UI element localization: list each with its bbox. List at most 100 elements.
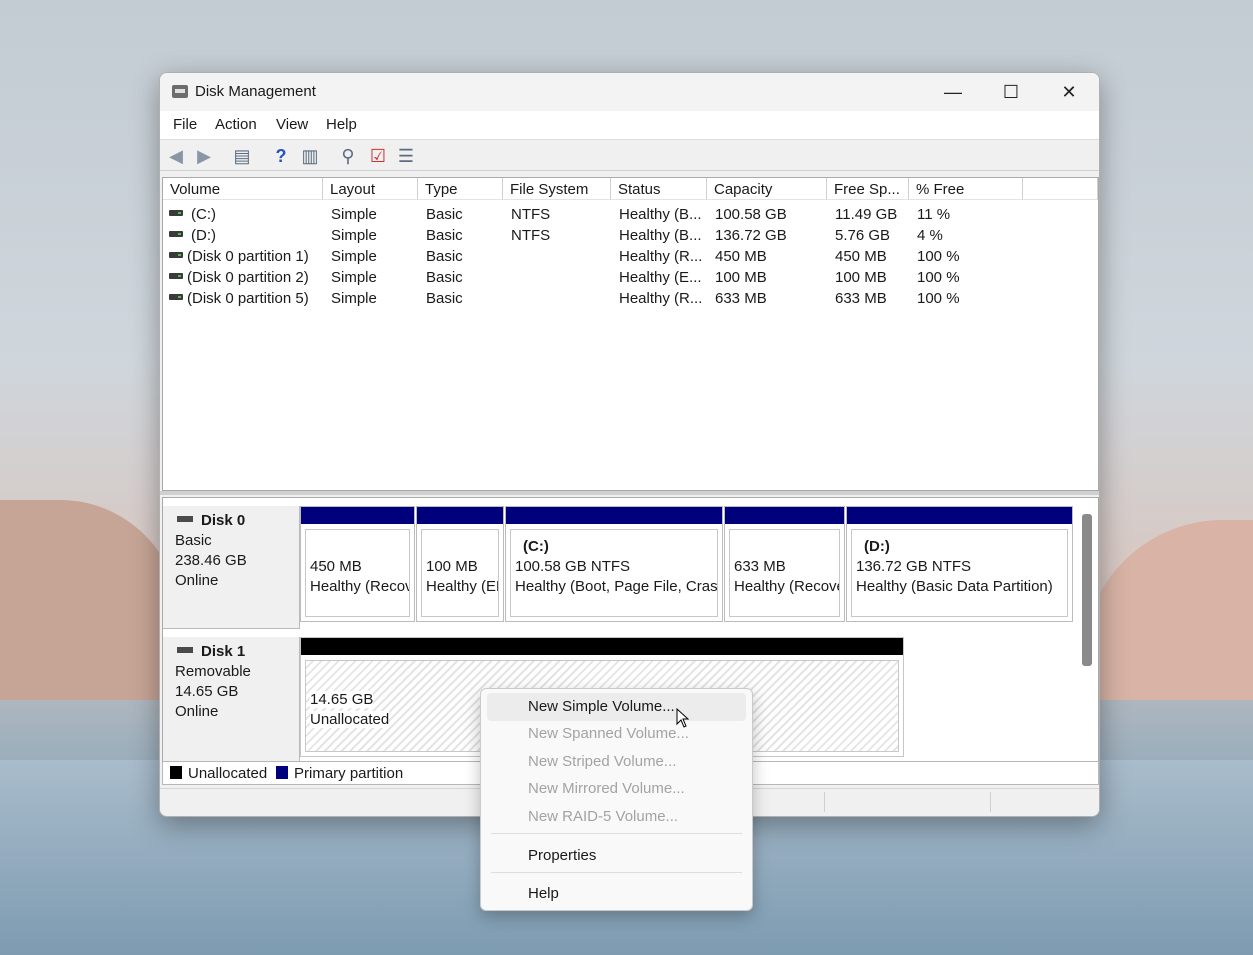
drive-icon xyxy=(169,210,183,216)
partition-block[interactable]: 633 MB Healthy (Recovery Partition) xyxy=(724,506,845,622)
menu-view[interactable]: View xyxy=(276,116,308,133)
context-menu: New Simple Volume... New Spanned Volume.… xyxy=(480,688,753,911)
title-bar[interactable]: Disk Management — ☐ ✕ xyxy=(160,73,1099,111)
column-file-system[interactable]: File System xyxy=(503,178,611,200)
menu-new-simple-volume[interactable]: New Simple Volume... xyxy=(487,693,746,721)
disk-icon xyxy=(177,647,193,653)
menu-separator xyxy=(491,872,742,873)
table-row[interactable]: (Disk 0 partition 2) Simple Basic Health… xyxy=(163,267,1098,288)
status-separator xyxy=(824,792,825,812)
cell-layout: Simple xyxy=(331,248,377,265)
window-title: Disk Management xyxy=(195,83,316,100)
partition-inner: 100 MB Healthy (EFI System Partition) xyxy=(421,529,499,617)
properties-icon[interactable]: ☰ xyxy=(396,147,416,165)
partition-size: 633 MB xyxy=(734,558,786,575)
table-row[interactable]: (D:) Simple Basic NTFS Healthy (B... 136… xyxy=(163,225,1098,246)
mouse-cursor-icon xyxy=(676,708,690,728)
cell-free-space: 5.76 GB xyxy=(835,227,891,244)
primary-partition-bar xyxy=(417,507,503,524)
menu-action[interactable]: Action xyxy=(215,116,257,133)
menu-new-mirrored-volume[interactable]: New Mirrored Volume... xyxy=(487,775,746,803)
cell-volume: (D:) xyxy=(191,227,216,244)
column-type[interactable]: Type xyxy=(418,178,503,200)
partition-status: Healthy (Boot, Page File, Crash Dump, Ba… xyxy=(515,578,718,595)
cell-status: Healthy (R... xyxy=(619,248,703,265)
action-pane-icon[interactable]: ▥ xyxy=(300,147,320,165)
toolbar: ◀ ▶ ▤ ? ▥ ⚲ ☑ ☰ xyxy=(160,140,1099,171)
menu-help-item[interactable]: Help xyxy=(487,880,746,908)
column-capacity[interactable]: Capacity xyxy=(707,178,827,200)
partition-size: 100 MB xyxy=(426,558,478,575)
background-dune-right xyxy=(1083,520,1253,700)
checklist-icon[interactable]: ☑ xyxy=(368,147,388,165)
table-row[interactable]: (C:) Simple Basic NTFS Healthy (B... 100… xyxy=(163,204,1098,225)
partition-block-c[interactable]: (C:) 100.58 GB NTFS Healthy (Boot, Page … xyxy=(505,506,723,622)
cell-percent-free: 4 % xyxy=(917,227,943,244)
menu-properties[interactable]: Properties xyxy=(487,842,746,870)
menu-new-striped-volume[interactable]: New Striped Volume... xyxy=(487,748,746,776)
menu-separator xyxy=(491,833,742,834)
cell-type: Basic xyxy=(426,248,463,265)
primary-partition-bar xyxy=(847,507,1072,524)
partition-block-d[interactable]: (D:) 136.72 GB NTFS Healthy (Basic Data … xyxy=(846,506,1073,622)
disk-1-label[interactable]: Disk 1 Removable 14.65 GB Online xyxy=(163,637,300,762)
unallocated-bar xyxy=(301,638,903,655)
cell-type: Basic xyxy=(426,227,463,244)
table-row[interactable]: (Disk 0 partition 1) Simple Basic Health… xyxy=(163,246,1098,267)
column-status[interactable]: Status xyxy=(611,178,707,200)
cell-type: Basic xyxy=(426,290,463,307)
status-separator xyxy=(990,792,991,812)
drive-icon xyxy=(169,273,183,279)
table-row[interactable]: (Disk 0 partition 5) Simple Basic Health… xyxy=(163,288,1098,309)
cell-free-space: 11.49 GB xyxy=(835,206,898,223)
help-icon[interactable]: ? xyxy=(271,147,291,165)
drive-icon xyxy=(169,294,183,300)
disk-state: Online xyxy=(175,703,219,720)
minimize-button[interactable]: — xyxy=(924,73,982,111)
partition-status: Healthy (EFI System Partition) xyxy=(426,578,498,595)
partition-status: Healthy (Basic Data Partition) xyxy=(856,578,1053,595)
cell-percent-free: 100 % xyxy=(917,248,960,265)
partition-block[interactable]: 450 MB Healthy (Recovery Partition) xyxy=(300,506,415,622)
partition-size: 100.58 GB NTFS xyxy=(515,558,631,575)
rescan-icon[interactable]: ⚲ xyxy=(338,147,358,165)
forward-arrow-icon[interactable]: ▶ xyxy=(194,147,214,165)
cell-capacity: 100 MB xyxy=(715,269,767,286)
cell-free-space: 100 MB xyxy=(835,269,887,286)
column-percent-free[interactable]: % Free xyxy=(909,178,1023,200)
partition-inner: (D:) 136.72 GB NTFS Healthy (Basic Data … xyxy=(851,529,1068,617)
close-button[interactable]: ✕ xyxy=(1040,73,1098,111)
partition-size: 450 MB xyxy=(310,558,362,575)
back-arrow-icon[interactable]: ◀ xyxy=(166,147,186,165)
maximize-button[interactable]: ☐ xyxy=(982,73,1040,111)
legend-label: Unallocated xyxy=(188,765,268,782)
cell-volume: (Disk 0 partition 2) xyxy=(187,269,309,286)
drive-icon xyxy=(169,231,183,237)
column-empty xyxy=(1023,178,1098,200)
column-layout[interactable]: Layout xyxy=(323,178,418,200)
cell-layout: Simple xyxy=(331,206,377,223)
cell-volume: (Disk 0 partition 5) xyxy=(187,290,309,307)
disk-0-label[interactable]: Disk 0 Basic 238.46 GB Online xyxy=(163,506,300,629)
volume-list[interactable]: Volume Layout Type File System Status Ca… xyxy=(162,177,1099,491)
disk-size: 238.46 GB xyxy=(175,552,247,569)
menu-help[interactable]: Help xyxy=(326,116,357,133)
menu-file[interactable]: File xyxy=(173,116,197,133)
cell-capacity: 450 MB xyxy=(715,248,767,265)
primary-partition-bar xyxy=(725,507,844,524)
cell-status: Healthy (R... xyxy=(619,290,703,307)
menu-new-raid5-volume[interactable]: New RAID-5 Volume... xyxy=(487,803,746,831)
vertical-scrollbar[interactable] xyxy=(1082,514,1092,666)
primary-partition-bar xyxy=(301,507,414,524)
column-volume[interactable]: Volume xyxy=(163,178,323,200)
menu-new-spanned-volume[interactable]: New Spanned Volume... xyxy=(487,720,746,748)
pane-splitter[interactable] xyxy=(160,491,1099,495)
cell-capacity: 100.58 GB xyxy=(715,206,787,223)
legend-swatch-unallocated xyxy=(170,766,182,779)
console-tree-icon[interactable]: ▤ xyxy=(232,147,252,165)
column-free-space[interactable]: Free Sp... xyxy=(827,178,909,200)
partition-block[interactable]: 100 MB Healthy (EFI System Partition) xyxy=(416,506,504,622)
drive-icon xyxy=(169,252,183,258)
partition-size: 14.65 GB xyxy=(310,691,374,708)
disk-name: Disk 1 xyxy=(201,643,246,660)
